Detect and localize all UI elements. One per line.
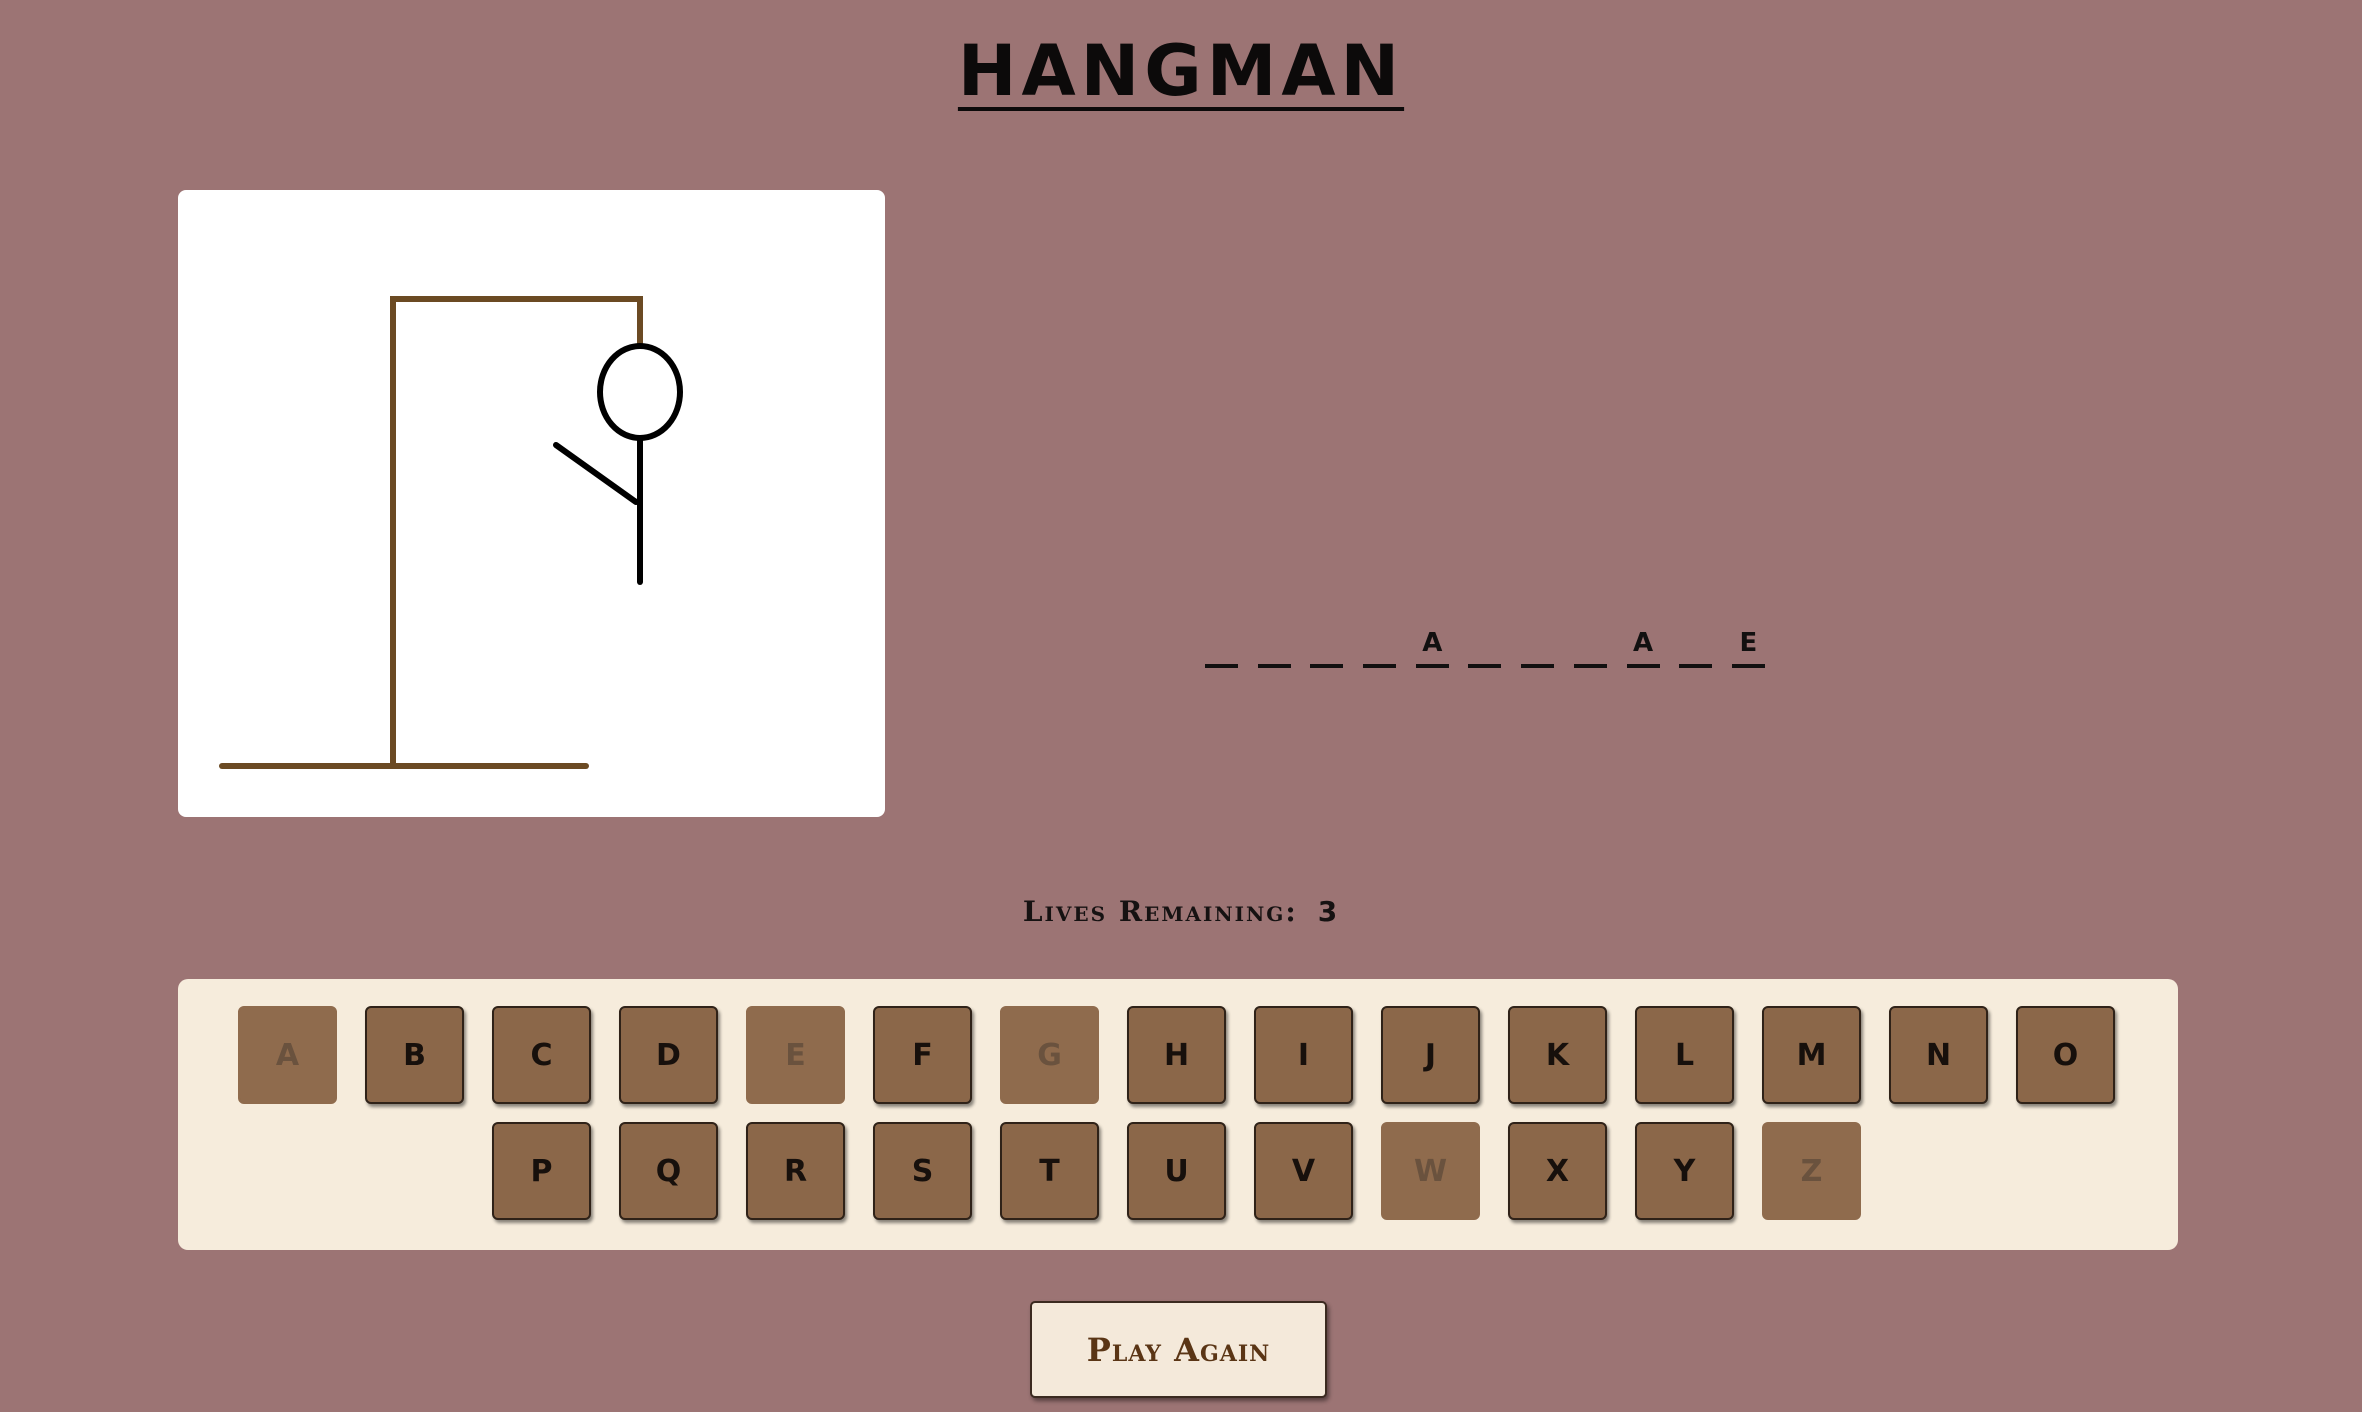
key-g[interactable]: G [1000,1006,1099,1104]
letter-slot [1310,628,1344,668]
key-j[interactable]: J [1381,1006,1480,1104]
hangman-drawing-board [178,190,885,817]
key-u[interactable]: U [1127,1122,1226,1220]
key-y[interactable]: Y [1635,1122,1734,1220]
letter-slot: A [1415,628,1449,668]
letter-slot [1468,628,1502,668]
key-v[interactable]: V [1254,1122,1353,1220]
key-i[interactable]: I [1254,1006,1353,1104]
letter-slot [1205,628,1238,668]
letter-slot [1679,628,1713,668]
key-n[interactable]: N [1889,1006,1988,1104]
letter-slot [1257,628,1291,668]
key-k[interactable]: K [1508,1006,1607,1104]
key-h[interactable]: H [1127,1006,1226,1104]
key-a[interactable]: A [238,1006,337,1104]
key-s[interactable]: S [873,1122,972,1220]
key-d[interactable]: D [619,1006,718,1104]
hangman-drawing [219,296,683,769]
play-again-button[interactable]: Play Again [1030,1301,1327,1398]
key-w[interactable]: W [1381,1122,1480,1220]
figure-left-arm [553,442,639,505]
letter-slot: A [1626,628,1660,668]
key-m[interactable]: M [1762,1006,1861,1104]
word-display: A A E [1205,618,1765,668]
key-c[interactable]: C [492,1006,591,1104]
figure-head [597,343,683,441]
key-b[interactable]: B [365,1006,464,1104]
key-f[interactable]: F [873,1006,972,1104]
letter-slot [1363,628,1397,668]
letter-slot: E [1731,628,1765,668]
key-z[interactable]: Z [1762,1122,1861,1220]
key-p[interactable]: P [492,1122,591,1220]
key-l[interactable]: L [1635,1006,1734,1104]
lives-remaining: Lives Remaining: 3 [0,895,2362,928]
page-title: HANGMAN [957,30,1405,112]
lives-count: 3 [1317,895,1340,928]
key-r[interactable]: R [746,1122,845,1220]
lives-label: Lives Remaining: [1022,895,1298,928]
key-e[interactable]: E [746,1006,845,1104]
key-t[interactable]: T [1000,1122,1099,1220]
letter-keyboard: ABCDEFGHIJKLMNO PQRSTUVWXYZ [178,979,2178,1250]
key-q[interactable]: Q [619,1122,718,1220]
key-x[interactable]: X [1508,1122,1607,1220]
letter-slot [1521,628,1555,668]
key-o[interactable]: O [2016,1006,2115,1104]
letter-slot [1573,628,1607,668]
